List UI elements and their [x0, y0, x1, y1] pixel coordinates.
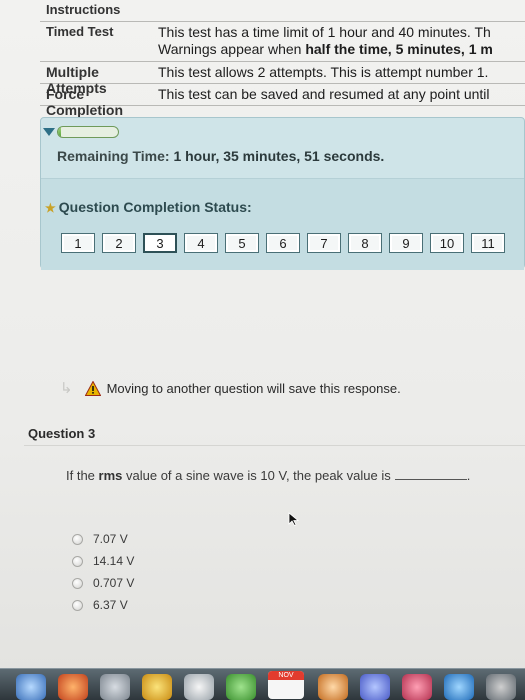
question-title: Question 3 [28, 426, 96, 441]
settings-icon[interactable] [486, 674, 516, 700]
instructions-header-row: Instructions [40, 0, 525, 22]
question-number-button[interactable]: 9 [389, 233, 423, 253]
question-number-button[interactable]: 3 [143, 233, 177, 253]
multiple-attempts-row: Multiple Attempts This test allows 2 att… [40, 62, 525, 96]
remaining-time: Remaining Time: 1 hour, 35 minutes, 51 s… [57, 148, 384, 164]
timed-test-line2-bold: half the time, 5 minutes, 1 m [305, 41, 493, 57]
force-completion-label: Force Completion [46, 86, 123, 118]
music-icon[interactable] [402, 674, 432, 700]
question-number-button[interactable]: 11 [471, 233, 505, 253]
answer-option[interactable]: 7.07 V [72, 528, 134, 550]
answer-option-label: 14.14 V [93, 554, 135, 568]
photos-icon[interactable] [58, 674, 88, 700]
question-number-button[interactable]: 2 [102, 233, 136, 253]
instructions-label: Instructions [46, 2, 121, 17]
multiple-attempts-label: Multiple Attempts [46, 64, 107, 96]
question-number-button[interactable]: 8 [348, 233, 382, 253]
completion-status-title[interactable]: ★ Question Completion Status: [45, 199, 252, 215]
force-completion-text: This test can be saved and resumed at an… [158, 86, 490, 102]
timed-test-line2-pre: Warnings appear when [158, 41, 306, 57]
timed-test-row: Timed Test This test has a time limit of… [40, 22, 525, 62]
question-number-button[interactable]: 7 [307, 233, 341, 253]
dock-bar: NOV [0, 668, 525, 700]
question-text: If the rms value of a sine wave is 10 V,… [66, 468, 470, 483]
completion-status-label: Question Completion Status: [58, 199, 252, 215]
answer-option-label: 0.707 V [93, 576, 135, 590]
timed-test-text: This test has a time limit of 1 hour and… [158, 22, 525, 61]
star-icon: ★ [45, 201, 56, 215]
notes-icon[interactable] [142, 674, 172, 700]
question-text-pre: If the [66, 468, 99, 483]
answer-option-label: 7.07 V [93, 532, 128, 546]
answer-option[interactable]: 6.37 V [72, 594, 134, 616]
finder-icon[interactable] [16, 674, 46, 700]
answer-radio[interactable] [72, 533, 83, 545]
question-number-button[interactable]: 6 [266, 233, 300, 253]
test-page: Instructions Timed Test This test has a … [0, 0, 525, 700]
reminders-icon[interactable] [318, 674, 348, 700]
question-header: Question 3 [24, 422, 525, 446]
question-text-end: . [466, 468, 471, 483]
time-progress-fill [58, 127, 61, 137]
mouse-cursor-icon [288, 512, 300, 526]
launchpad-icon[interactable] [100, 674, 130, 700]
messages-icon[interactable] [226, 674, 256, 700]
answer-options: 7.07 V 14.14 V 0.707 V 6.37 V [72, 528, 134, 616]
question-number-button[interactable]: 5 [225, 233, 259, 253]
time-progress-bar [57, 126, 119, 138]
question-number-list: 1 2 3 4 5 6 7 8 9 10 11 [61, 233, 505, 253]
timed-test-line2: Warnings appear when half the time, 5 mi… [158, 41, 525, 58]
save-notice: ↳ Moving to another question will save t… [60, 379, 401, 397]
answer-option-label: 6.37 V [93, 598, 128, 612]
force-completion-row: Force Completion This test can be saved … [40, 84, 525, 118]
question-text-post: value of a sine wave is 10 V, the peak v… [122, 468, 391, 483]
timed-test-line1: This test has a time limit of 1 hour and… [158, 24, 491, 40]
answer-radio[interactable] [72, 577, 83, 589]
mail-icon[interactable] [184, 674, 214, 700]
maps-icon[interactable] [360, 674, 390, 700]
answer-option[interactable]: 14.14 V [72, 550, 134, 572]
question-number-button[interactable]: 10 [430, 233, 464, 253]
timer-panel: Remaining Time: 1 hour, 35 minutes, 51 s… [40, 117, 525, 270]
answer-blank [394, 479, 467, 480]
multiple-attempts-text: This test allows 2 attempts. This is att… [158, 64, 489, 80]
question-number-button[interactable]: 4 [184, 233, 218, 253]
question-number-button[interactable]: 1 [61, 233, 95, 253]
calendar-icon[interactable]: NOV [268, 671, 304, 699]
remaining-time-value: 1 hour, 35 minutes, 51 seconds. [173, 148, 385, 164]
completion-status-panel: ★ Question Completion Status: 1 2 3 4 5 6 7 8 9 10… [41, 178, 524, 270]
arrow-icon: ↳ [60, 380, 73, 397]
answer-radio[interactable] [72, 555, 83, 567]
timed-test-label: Timed Test [46, 24, 114, 39]
instructions-table: Instructions Timed Test This test has a … [40, 0, 525, 118]
safari-icon[interactable] [444, 674, 474, 700]
collapse-triangle-icon[interactable] [43, 128, 55, 136]
save-notice-text: Moving to another question will save thi… [106, 380, 401, 396]
answer-option[interactable]: 0.707 V [72, 572, 134, 594]
remaining-time-label: Remaining Time: [57, 148, 170, 164]
question-text-bold: rms [98, 468, 123, 483]
warning-icon [84, 380, 101, 396]
answer-radio[interactable] [72, 599, 83, 611]
calendar-month: NOV [268, 671, 304, 680]
